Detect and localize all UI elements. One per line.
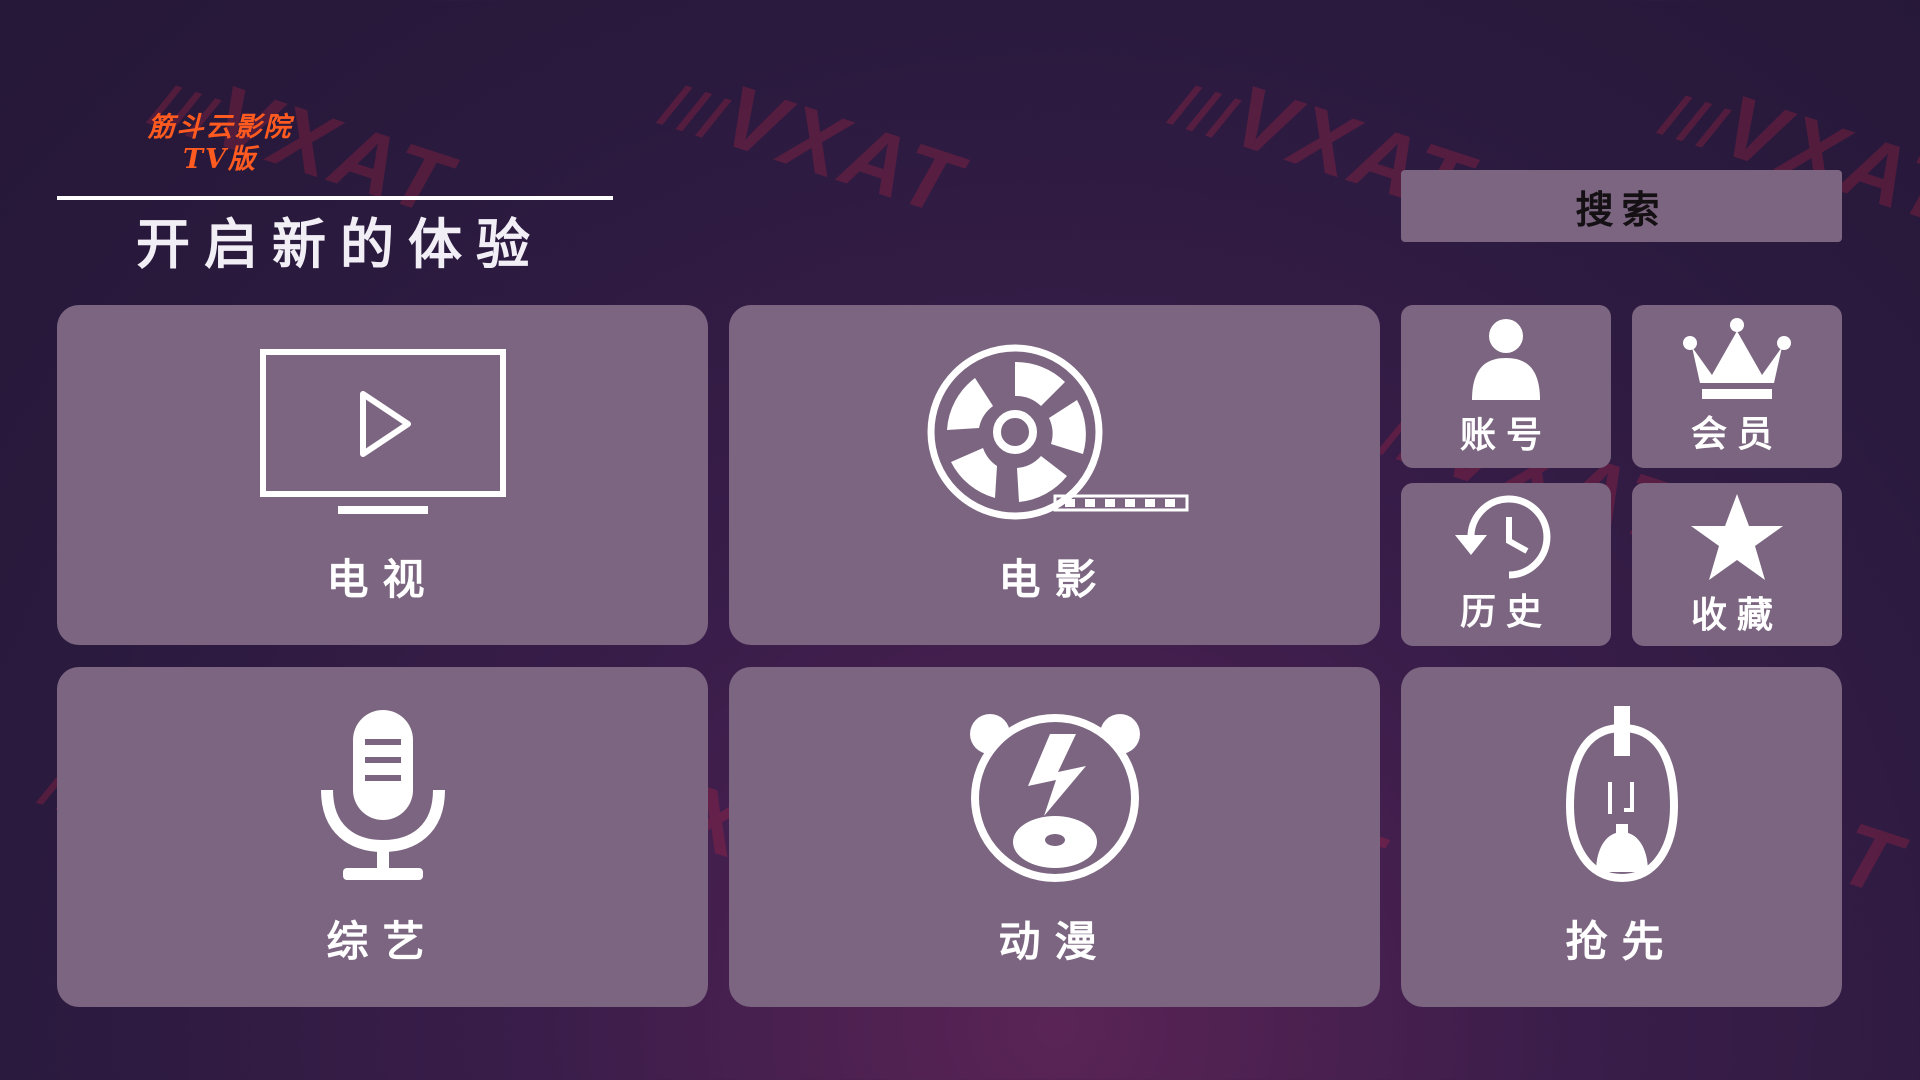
mouse-figure-icon — [1565, 705, 1678, 882]
tile-anime-label: 动漫 — [998, 916, 1111, 966]
tile-history[interactable]: 历史 — [1401, 483, 1611, 646]
tile-vip[interactable]: 会员 — [1632, 305, 1842, 468]
tile-variety[interactable]: 综艺 — [57, 667, 708, 1007]
history-clock-icon — [1455, 495, 1551, 578]
user-icon — [1472, 318, 1540, 400]
film-reel-icon — [927, 344, 1188, 519]
tv-play-icon — [259, 348, 506, 514]
tile-tv[interactable]: 电视 — [57, 305, 708, 645]
tile-preview-label: 抢先 — [1565, 916, 1678, 966]
tile-vip-label: 会员 — [1690, 413, 1783, 455]
tile-variety-label: 综艺 — [326, 916, 439, 966]
page-tagline: 开启新的体验 — [136, 212, 544, 276]
tile-favorites[interactable]: 收藏 — [1632, 483, 1842, 646]
tile-history-label: 历史 — [1459, 591, 1552, 633]
crown-icon — [1683, 317, 1791, 399]
tile-preview[interactable]: 抢先 — [1401, 667, 1842, 1007]
tile-account[interactable]: 账号 — [1401, 305, 1611, 468]
search-button[interactable]: 搜索 — [1401, 170, 1842, 242]
watermark: ///VXAT — [654, 65, 975, 235]
tile-movie[interactable]: 电影 — [729, 305, 1380, 645]
tile-anime[interactable]: 动漫 — [729, 667, 1380, 1007]
tile-tv-label: 电视 — [326, 554, 439, 604]
star-icon — [1691, 493, 1783, 580]
tile-movie-label: 电影 — [998, 554, 1111, 604]
brand-edition: TV版 — [182, 144, 258, 175]
search-button-label: 搜索 — [1575, 187, 1668, 232]
tile-favorites-label: 收藏 — [1690, 594, 1783, 636]
bear-bolt-icon — [969, 713, 1140, 882]
brand-logo: 筋斗云影院 TV版 — [120, 112, 320, 176]
tile-account-label: 账号 — [1459, 414, 1552, 456]
brand-name: 筋斗云影院 — [147, 112, 293, 143]
microphone-icon — [320, 709, 445, 880]
